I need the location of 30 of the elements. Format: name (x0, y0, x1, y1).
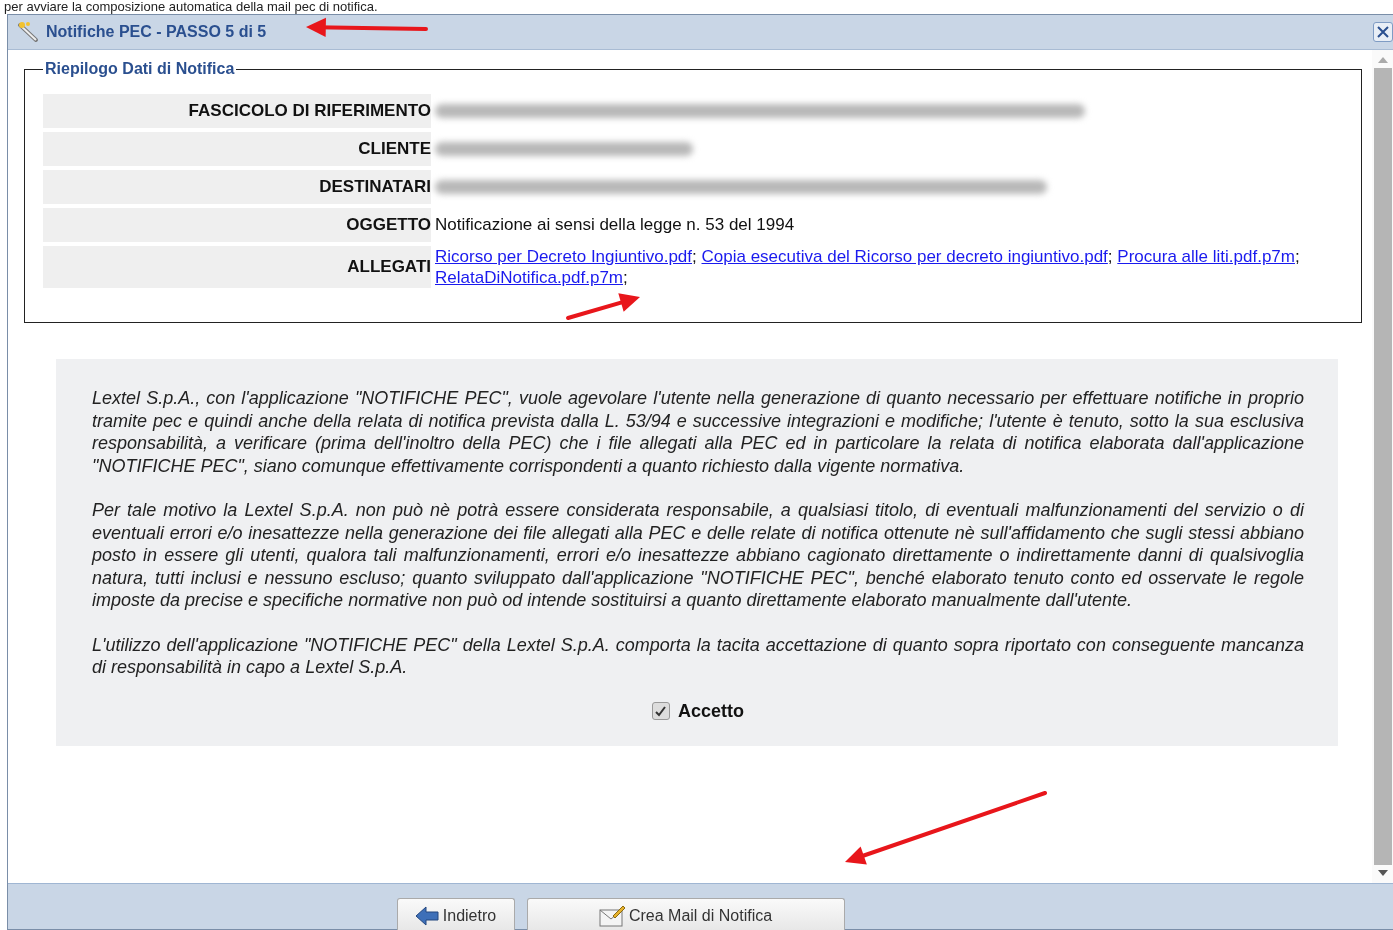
close-button[interactable] (1373, 22, 1393, 42)
close-icon (1377, 26, 1389, 38)
disclaimer-paragraph: Per tale motivo la Lextel S.p.A. non può nè potrà essere considerata responsabile, a qualsiasi titolo, di eventuali malfunzionamenti del servizio o di eventuali errori e/o inesattezze nella generazione dei file allegati alla PEC e delle relate di notifica ottenute nè sull'affidamento che sugli stessi abbiano posto in essere gli utenti, qualora tali malfunzionamenti, errori e/o inesattezze abbiano cagionato direttamente o indirettamente danni di qualsivoglia natura, tutti inclusi e nessuno escluso; quanto sviluppato dall'applicazione "NOTIFICHE PEC", benché elaborato tenuto conto ed osservate le regole imposte da precise e specifiche normative non può od intende sostituirsi a quanto direttamente elaborato manualmente dall'utente. (92, 499, 1304, 612)
field-value: Notificazione ai sensi della legge n. 53 del 1994 (435, 215, 795, 235)
attachment-link[interactable]: RelataDiNotifica.pdf.p7m (435, 268, 624, 287)
attachment-link[interactable]: Procura alle liti.pdf.p7m (1117, 247, 1295, 266)
disclaimer-paragraph: L'utilizzo dell'applicazione "NOTIFICHE PEC" della Lextel S.p.A. comporta la tacita accettazione di quanto sopra riportato con conseguente mancanza di responsabilità in capo a Lextel S.p.A. (92, 633, 1304, 679)
field-label: DESTINATARI (43, 170, 431, 204)
intro-text: per avviare la composizione automatica della mail pec di notifica. (3, 0, 379, 14)
separator: ; (623, 268, 628, 287)
panel-legend: Riepilogo Dati di Notifica (43, 60, 237, 78)
field-label: ALLEGATI (43, 246, 431, 288)
separator: ; (1107, 247, 1113, 266)
back-button[interactable]: Indietro (396, 898, 515, 930)
magic-wand-icon (16, 21, 40, 43)
checkbox-label: Accetto (678, 700, 744, 722)
disclaimer-paragraph: Lextel S.p.A., con l'applicazione "NOTIFICHE PEC", vuole agevolare l'utente nella generazione di quanto necessario per effettuare notifiche in proprio tramite pec e quindi anche della relata di notifica prevista dalla L. 53/94 e successive integrazioni e modifiche; l'utente è tenuto, sotto la sua esclusiva responsabilità, a verificare (prima dell'inoltro della PEC) che i file allegati alla PEC ed in particolare la relata di notifica elaborata dall'applicazione "NOTIFICHE PEC", siano comunque effettivamente corrispondenti a quanto richiesto dalla vigente normativa. (92, 387, 1304, 477)
attachment-link[interactable]: Copia esecutiva del Ricorso per decreto ingiuntivo.pdf (701, 247, 1108, 266)
create-mail-button[interactable]: Crea Mail di Notifica (526, 898, 845, 930)
field-label: OGGETTO (43, 208, 431, 242)
attachment-link[interactable]: Ricorso per Decreto Ingiuntivo.pdf (435, 247, 693, 266)
separator: ; (692, 247, 697, 266)
scroll-down-icon[interactable] (1377, 869, 1388, 877)
separator: ; (1294, 247, 1300, 266)
field-label: CLIENTE (43, 132, 431, 166)
field-label: FASCICOLO DI RIFERIMENTO (43, 94, 431, 128)
left-arrow-icon (414, 905, 439, 926)
envelope-pencil-icon (598, 903, 625, 928)
accept-checkbox[interactable] (652, 702, 670, 720)
window-title: Notifiche PEC - PASSO 5 di 5 (46, 23, 267, 41)
